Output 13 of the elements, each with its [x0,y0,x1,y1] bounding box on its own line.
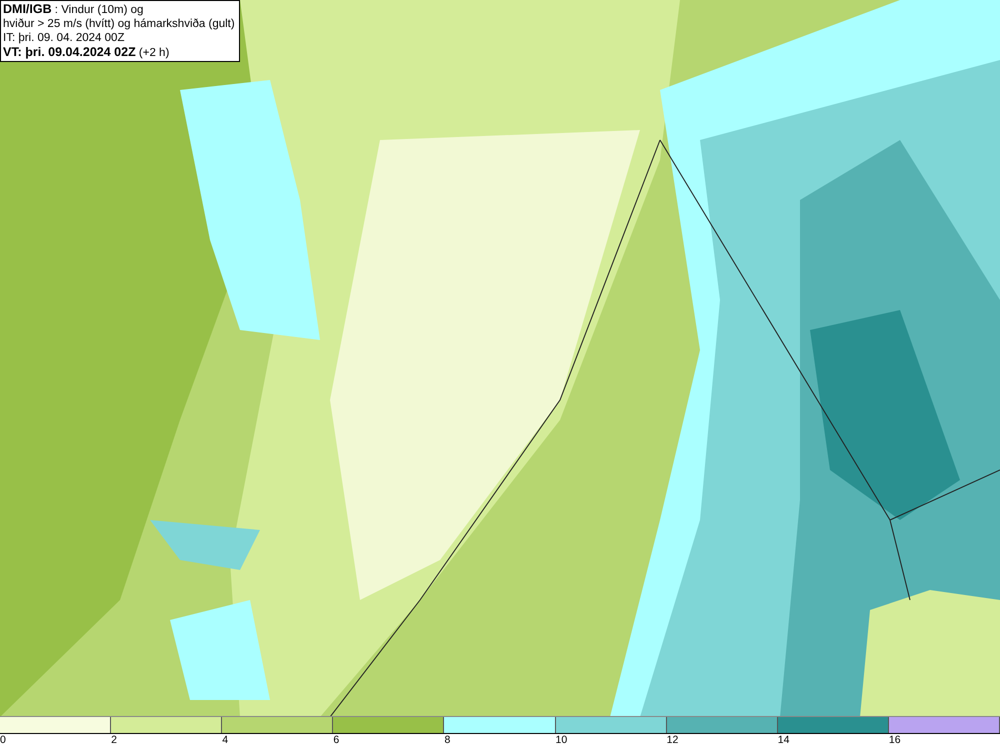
info-line: VT: þri. 09.04.2024 02Z (+2 h) [3,45,170,60]
info-line: IT: þri. 09. 04. 2024 00Z [3,31,126,45]
legend-label: 10 [556,734,568,747]
legend-label: 16 [888,734,901,747]
legend-label: 4 [222,734,228,747]
legend-label: 6 [333,734,340,747]
legend-label: 14 [778,734,790,747]
legend-label: 8 [444,734,450,747]
legend-label: 12 [666,734,678,747]
info-line: hviður > 25 m/s (hvítt) og hámarkshviða (gult) [3,17,235,31]
legend-label: 2 [111,734,117,747]
legend-label: 0 [0,734,6,747]
info-line: DMI/IGB : Vindur (10m) og [3,2,144,17]
